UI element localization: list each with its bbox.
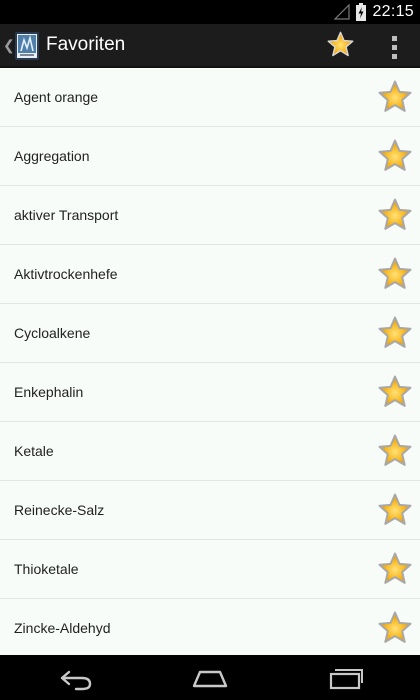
recents-icon[interactable]: [328, 663, 364, 693]
list-item[interactable]: Enkephalin: [0, 363, 420, 422]
overflow-menu-icon[interactable]: [387, 33, 401, 61]
star-icon[interactable]: [378, 611, 412, 645]
star-icon[interactable]: [378, 257, 412, 291]
favorites-action-star-icon[interactable]: [327, 31, 354, 58]
star-icon[interactable]: [378, 552, 412, 586]
list-item-label: Cycloalkene: [14, 325, 91, 341]
list-item-label: Thioketale: [14, 561, 79, 577]
list-item[interactable]: Aktivtrockenhefe: [0, 245, 420, 304]
signal-icon: [334, 4, 351, 20]
action-bar: ❮ Favoriten: [0, 24, 420, 68]
list-item[interactable]: Thioketale: [0, 540, 420, 599]
star-icon[interactable]: [378, 139, 412, 173]
star-icon[interactable]: [378, 375, 412, 409]
list-item[interactable]: Aggregation: [0, 127, 420, 186]
status-time: 22:15: [372, 3, 414, 20]
status-bar: 22:15: [0, 0, 420, 24]
list-item-label: Zincke-Aldehyd: [14, 620, 111, 636]
navigation-bar: [0, 655, 420, 700]
battery-icon: [356, 3, 367, 21]
list-item-label: aktiver Transport: [14, 207, 119, 223]
home-icon[interactable]: [191, 663, 229, 693]
back-icon[interactable]: [58, 663, 94, 693]
star-icon[interactable]: [378, 434, 412, 468]
up-caret-icon[interactable]: ❮: [3, 37, 15, 54]
list-item[interactable]: Zincke-Aldehyd: [0, 599, 420, 655]
star-icon[interactable]: [378, 493, 412, 527]
list-item-label: Agent orange: [14, 89, 99, 105]
list-item-label: Ketale: [14, 443, 54, 459]
list-item-label: Enkephalin: [14, 384, 84, 400]
list-item[interactable]: Ketale: [0, 422, 420, 481]
list-item[interactable]: aktiver Transport: [0, 186, 420, 245]
list-item-label: Aggregation: [14, 148, 90, 164]
page-title: Favoriten: [46, 34, 126, 55]
list-item-label: Reinecke-Salz: [14, 502, 105, 518]
favorites-list: Agent orange Aggregation aktiver Transpo…: [0, 68, 420, 655]
star-icon[interactable]: [378, 316, 412, 350]
list-item[interactable]: Agent orange: [0, 68, 420, 127]
list-item[interactable]: Cycloalkene: [0, 304, 420, 363]
star-icon[interactable]: [378, 80, 412, 114]
list-item-label: Aktivtrockenhefe: [14, 266, 118, 282]
status-icons: 22:15: [334, 0, 414, 24]
star-icon[interactable]: [378, 198, 412, 232]
app-logo-icon[interactable]: [15, 32, 39, 60]
list-item[interactable]: Reinecke-Salz: [0, 481, 420, 540]
